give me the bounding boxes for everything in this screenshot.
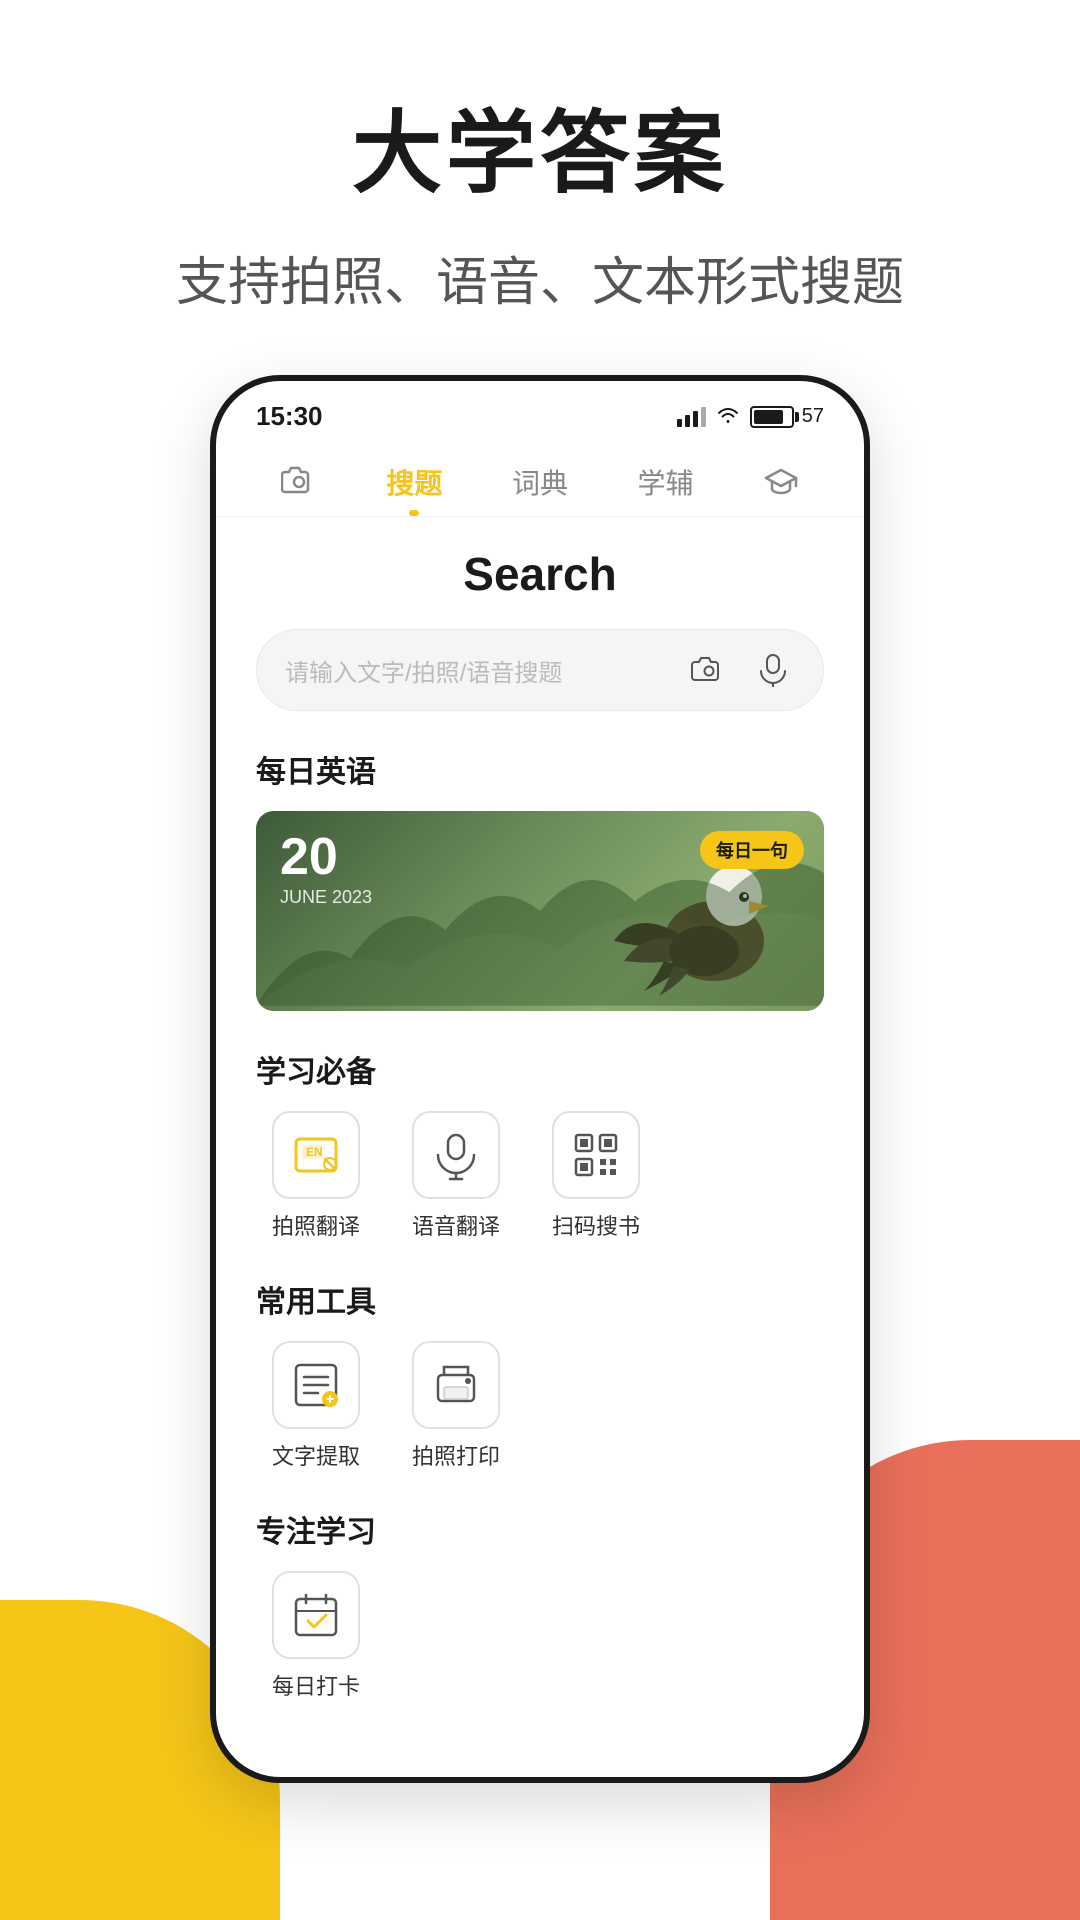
camera-icon [281, 464, 317, 501]
text-extract-label: 文字提取 [272, 1439, 360, 1471]
tool-photo-print[interactable]: 拍照打印 [396, 1341, 516, 1471]
phone-mockup: 15:30 [0, 375, 1080, 1783]
tab-search-label: 搜题 [386, 462, 442, 502]
tab-grad[interactable] [743, 454, 819, 515]
search-bar[interactable]: 请输入文字/拍照/语音搜题 [256, 629, 824, 711]
signal-icon [677, 407, 706, 427]
page-header: 大学答案 支持拍照、语音、文本形式搜题 [0, 0, 1080, 315]
photo-translate-icon: EN [272, 1111, 360, 1199]
status-time: 15:30 [256, 401, 323, 432]
phone-content: Search 请输入文字/拍照/语音搜题 [216, 517, 864, 1777]
study-essentials-title: 学习必备 [256, 1047, 824, 1091]
graduation-icon [763, 464, 799, 501]
daily-english-title: 每日英语 [256, 747, 824, 791]
tab-camera[interactable] [261, 454, 337, 515]
tool-daily-checkin[interactable]: 每日打卡 [256, 1571, 376, 1701]
search-page-title: Search [256, 547, 824, 601]
common-tools-grid: 文字提取 拍照打印 [256, 1341, 824, 1471]
card-badge[interactable]: 每日一句 [700, 831, 804, 869]
focus-study-grid: 每日打卡 [256, 1571, 824, 1701]
tool-photo-translate[interactable]: EN 拍照翻译 [256, 1111, 376, 1241]
tab-tutor-label: 学辅 [638, 462, 694, 502]
voice-translate-icon [412, 1111, 500, 1199]
text-extract-icon [272, 1341, 360, 1429]
app-subtitle: 支持拍照、语音、文本形式搜题 [0, 240, 1080, 315]
scan-search-icon [552, 1111, 640, 1199]
search-input-placeholder: 请输入文字/拍照/语音搜题 [285, 653, 687, 688]
scan-search-label: 扫码搜书 [552, 1209, 640, 1241]
voice-translate-label: 语音翻译 [412, 1209, 500, 1241]
camera-search-button[interactable] [687, 648, 731, 692]
search-action-icons [687, 648, 795, 692]
tool-scan-search[interactable]: 扫码搜书 [536, 1111, 656, 1241]
tab-search[interactable]: 搜题 [366, 452, 462, 516]
tab-dict[interactable]: 词典 [492, 452, 588, 516]
nav-tabs: 搜题 词典 学辅 [216, 442, 864, 517]
battery-icon [750, 406, 794, 428]
phone-frame: 15:30 [210, 375, 870, 1783]
tool-text-extract[interactable]: 文字提取 [256, 1341, 376, 1471]
photo-print-icon [412, 1341, 500, 1429]
photo-print-label: 拍照打印 [412, 1439, 500, 1471]
focus-study-title: 专注学习 [256, 1507, 824, 1551]
app-title: 大学答案 [0, 80, 1080, 210]
photo-translate-label: 拍照翻译 [272, 1209, 360, 1241]
common-tools-title: 常用工具 [256, 1277, 824, 1321]
tab-dict-label: 词典 [512, 462, 568, 502]
battery-indicator: 57 [750, 405, 824, 428]
battery-level: 57 [802, 405, 824, 428]
wifi-icon [716, 404, 740, 430]
tool-voice-translate[interactable]: 语音翻译 [396, 1111, 516, 1241]
daily-checkin-icon [272, 1571, 360, 1659]
status-icons: 57 [677, 404, 824, 430]
study-essentials-grid: EN 拍照翻译 [256, 1111, 824, 1241]
battery-fill [754, 410, 783, 424]
tab-tutor[interactable]: 学辅 [618, 452, 714, 516]
daily-checkin-label: 每日打卡 [272, 1669, 360, 1701]
status-bar: 15:30 [216, 381, 864, 442]
voice-search-button[interactable] [751, 648, 795, 692]
card-date-sub: JUNE 2023 [280, 887, 800, 908]
svg-text:EN: EN [306, 1145, 323, 1159]
daily-english-card[interactable]: 20 JUNE 2023 每日一句 [256, 811, 824, 1011]
